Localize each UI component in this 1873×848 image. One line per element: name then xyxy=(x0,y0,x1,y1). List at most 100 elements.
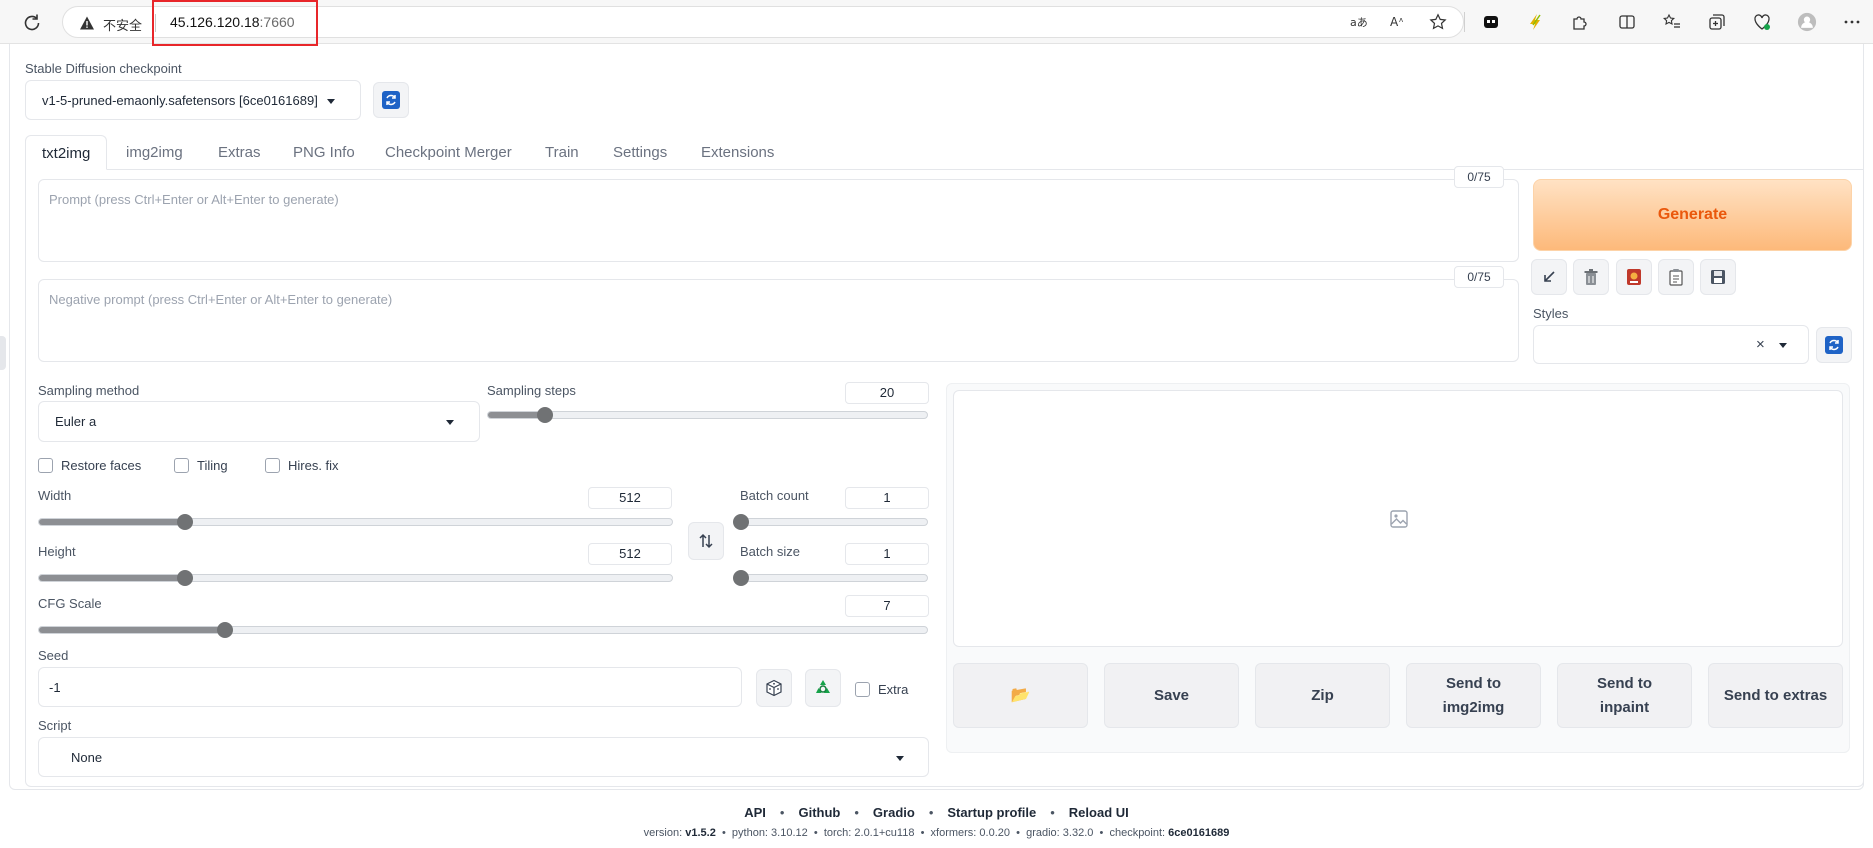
refresh-icon xyxy=(1825,336,1843,354)
reload-icon[interactable] xyxy=(20,11,44,35)
cfg-scale-slider[interactable] xyxy=(38,622,928,638)
width-label: Width xyxy=(38,488,72,503)
url-text[interactable]: 45.126.120.18:7660 xyxy=(170,14,295,30)
footer-link-reload-ui[interactable]: Reload UI xyxy=(1069,805,1129,820)
arrow-down-left-icon xyxy=(1544,271,1555,282)
slider-thumb[interactable] xyxy=(176,514,193,530)
script-dropdown[interactable]: None xyxy=(38,737,929,777)
version-label: version: xyxy=(643,827,686,839)
read-params-button[interactable] xyxy=(1531,259,1567,295)
browser-health-icon[interactable] xyxy=(1752,12,1772,32)
height-slider[interactable] xyxy=(38,570,673,586)
dice-icon xyxy=(766,679,782,697)
prompt-textarea[interactable]: Prompt (press Ctrl+Enter or Alt+Enter to… xyxy=(38,179,1519,262)
negative-prompt-placeholder: Negative prompt (press Ctrl+Enter or Alt… xyxy=(49,292,393,307)
side-panel-handle[interactable] xyxy=(0,336,6,370)
text-icon[interactable]: Aʌ xyxy=(1388,12,1408,32)
zip-button[interactable]: Zip xyxy=(1255,663,1390,728)
save-button[interactable]: Save xyxy=(1104,663,1239,728)
send-to-img2img-button[interactable]: Send to img2img xyxy=(1406,663,1541,728)
clear-prompt-button[interactable] xyxy=(1573,259,1609,295)
tab-extras[interactable]: Extras xyxy=(218,135,261,170)
tab-txt2img[interactable]: txt2img xyxy=(25,135,108,170)
refresh-checkpoint-button[interactable] xyxy=(373,82,409,118)
slider-thumb[interactable] xyxy=(733,514,749,530)
checkpoint-dropdown[interactable]: v1-5-pruned-emaonly.safetensors [6ce0161… xyxy=(25,80,361,120)
slider-thumb[interactable] xyxy=(537,407,554,423)
version-info: version: v1.5.2 • python: 3.10.12 • torc… xyxy=(643,827,1230,839)
tab-train[interactable]: Train xyxy=(545,135,579,170)
styles-dropdown[interactable]: × xyxy=(1533,325,1809,364)
url-port: :7660 xyxy=(259,14,295,30)
more-menu-icon[interactable] xyxy=(1842,12,1862,32)
python-version: python: 3.10.12 xyxy=(731,827,808,839)
chevron-down-icon xyxy=(896,756,904,761)
checkpoint-label: Stable Diffusion checkpoint xyxy=(25,61,182,76)
slider-thumb[interactable] xyxy=(733,570,749,586)
negative-prompt-textarea[interactable]: Negative prompt (press Ctrl+Enter or Alt… xyxy=(38,279,1519,362)
extra-networks-button[interactable] xyxy=(1616,259,1652,295)
save-style-button[interactable] xyxy=(1700,259,1736,295)
seed-input[interactable]: -1 xyxy=(38,667,742,707)
seed-extra-checkbox[interactable] xyxy=(855,682,870,697)
sampling-steps-input[interactable]: 20 xyxy=(845,382,929,404)
chevron-down-icon xyxy=(327,99,335,104)
cfg-scale-label: CFG Scale xyxy=(38,596,102,611)
puzzle-icon[interactable] xyxy=(1570,12,1590,32)
sampling-method-label: Sampling method xyxy=(38,383,140,398)
footer-link-startup-profile[interactable]: Startup profile xyxy=(947,805,1036,820)
svg-text:ʌ: ʌ xyxy=(1399,16,1403,24)
tiling-checkbox[interactable] xyxy=(174,458,189,473)
send-to-extras-button[interactable]: Send to extras xyxy=(1708,663,1843,728)
read-aloud-icon[interactable]: aあ xyxy=(1349,12,1369,32)
floppy-disk-icon xyxy=(1711,270,1725,284)
footer-link-gradio[interactable]: Gradio xyxy=(873,805,915,820)
height-input[interactable]: 512 xyxy=(588,543,672,565)
send-to-inpaint-button[interactable]: Send to inpaint xyxy=(1557,663,1692,728)
profile-avatar-icon[interactable] xyxy=(1797,12,1817,32)
width-slider[interactable] xyxy=(38,514,673,530)
swap-arrows-icon xyxy=(699,533,713,549)
batch-size-slider[interactable] xyxy=(733,570,928,586)
clipboard-icon xyxy=(1669,269,1683,286)
toolbar-separator xyxy=(1464,12,1465,32)
open-folder-button[interactable]: 📂 xyxy=(953,663,1088,728)
slider-thumb[interactable] xyxy=(176,570,193,586)
tab-extensions[interactable]: Extensions xyxy=(701,135,774,170)
chevron-down-icon xyxy=(1779,343,1787,348)
restore-faces-checkbox[interactable] xyxy=(38,458,53,473)
batch-count-slider[interactable] xyxy=(733,514,928,530)
tab-settings[interactable]: Settings xyxy=(613,135,667,170)
height-label: Height xyxy=(38,544,76,559)
sampling-method-dropdown[interactable]: Euler a xyxy=(38,401,480,442)
tab-checkpoint-merger[interactable]: Checkpoint Merger xyxy=(385,135,512,170)
footer-link-api[interactable]: API xyxy=(744,805,766,820)
refresh-styles-button[interactable] xyxy=(1816,327,1852,363)
recycle-icon xyxy=(816,680,830,693)
split-screen-icon[interactable] xyxy=(1617,12,1637,32)
apply-style-button[interactable] xyxy=(1658,259,1694,295)
footer-link-github[interactable]: Github xyxy=(798,805,840,820)
tab-img2img[interactable]: img2img xyxy=(126,135,183,170)
collections-icon[interactable] xyxy=(1707,12,1727,32)
favorite-star-icon[interactable] xyxy=(1428,12,1448,32)
lightning-extension-icon[interactable] xyxy=(1525,12,1545,32)
swap-dimensions-button[interactable] xyxy=(688,522,724,560)
random-seed-button[interactable] xyxy=(756,669,792,707)
sampling-steps-slider[interactable] xyxy=(487,407,928,423)
main-tabs: txt2img img2img Extras PNG Info Checkpoi… xyxy=(25,135,1864,170)
favorites-list-icon[interactable] xyxy=(1662,12,1682,32)
cfg-scale-input[interactable]: 7 xyxy=(845,595,929,617)
batch-count-input[interactable]: 1 xyxy=(845,487,929,509)
extension-icon[interactable] xyxy=(1481,12,1501,32)
generate-button[interactable]: Generate xyxy=(1533,179,1852,251)
output-gallery[interactable] xyxy=(953,390,1843,647)
url-host: 45.126.120.18 xyxy=(170,14,260,30)
tab-png-info[interactable]: PNG Info xyxy=(293,135,355,170)
width-input[interactable]: 512 xyxy=(588,487,672,509)
batch-size-input[interactable]: 1 xyxy=(845,543,929,565)
hires-fix-checkbox[interactable] xyxy=(265,458,280,473)
reuse-seed-button[interactable] xyxy=(805,669,841,707)
clear-styles-icon[interactable]: × xyxy=(1756,336,1765,353)
seed-value: -1 xyxy=(49,680,61,695)
